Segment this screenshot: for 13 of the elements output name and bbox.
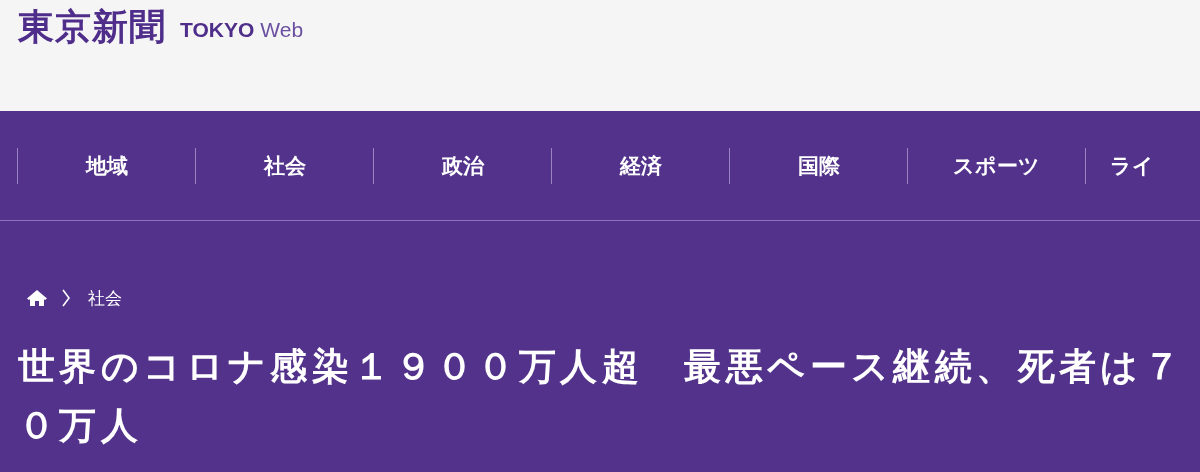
nav-link[interactable]: 地域 bbox=[17, 147, 195, 184]
nav-link[interactable]: 経済 bbox=[551, 147, 729, 184]
article-title: 世界のコロナ感染１９００万人超 最悪ペース継続、死者は７０万人 bbox=[18, 344, 1186, 449]
nav-link[interactable]: ライ bbox=[1085, 147, 1195, 184]
nav-link[interactable]: 社会 bbox=[195, 147, 373, 184]
site-logo[interactable]: 東京新聞 bbox=[18, 6, 166, 46]
breadcrumb-link[interactable]: 社会 bbox=[88, 286, 122, 310]
nav-link[interactable]: スポーツ bbox=[907, 147, 1085, 184]
brand-name: TOKYO Web bbox=[180, 20, 304, 40]
chevron-icon bbox=[62, 289, 70, 307]
nav-link[interactable]: 国際 bbox=[729, 147, 907, 184]
home-icon[interactable] bbox=[26, 289, 48, 307]
nav-link[interactable]: 政治 bbox=[373, 147, 551, 184]
